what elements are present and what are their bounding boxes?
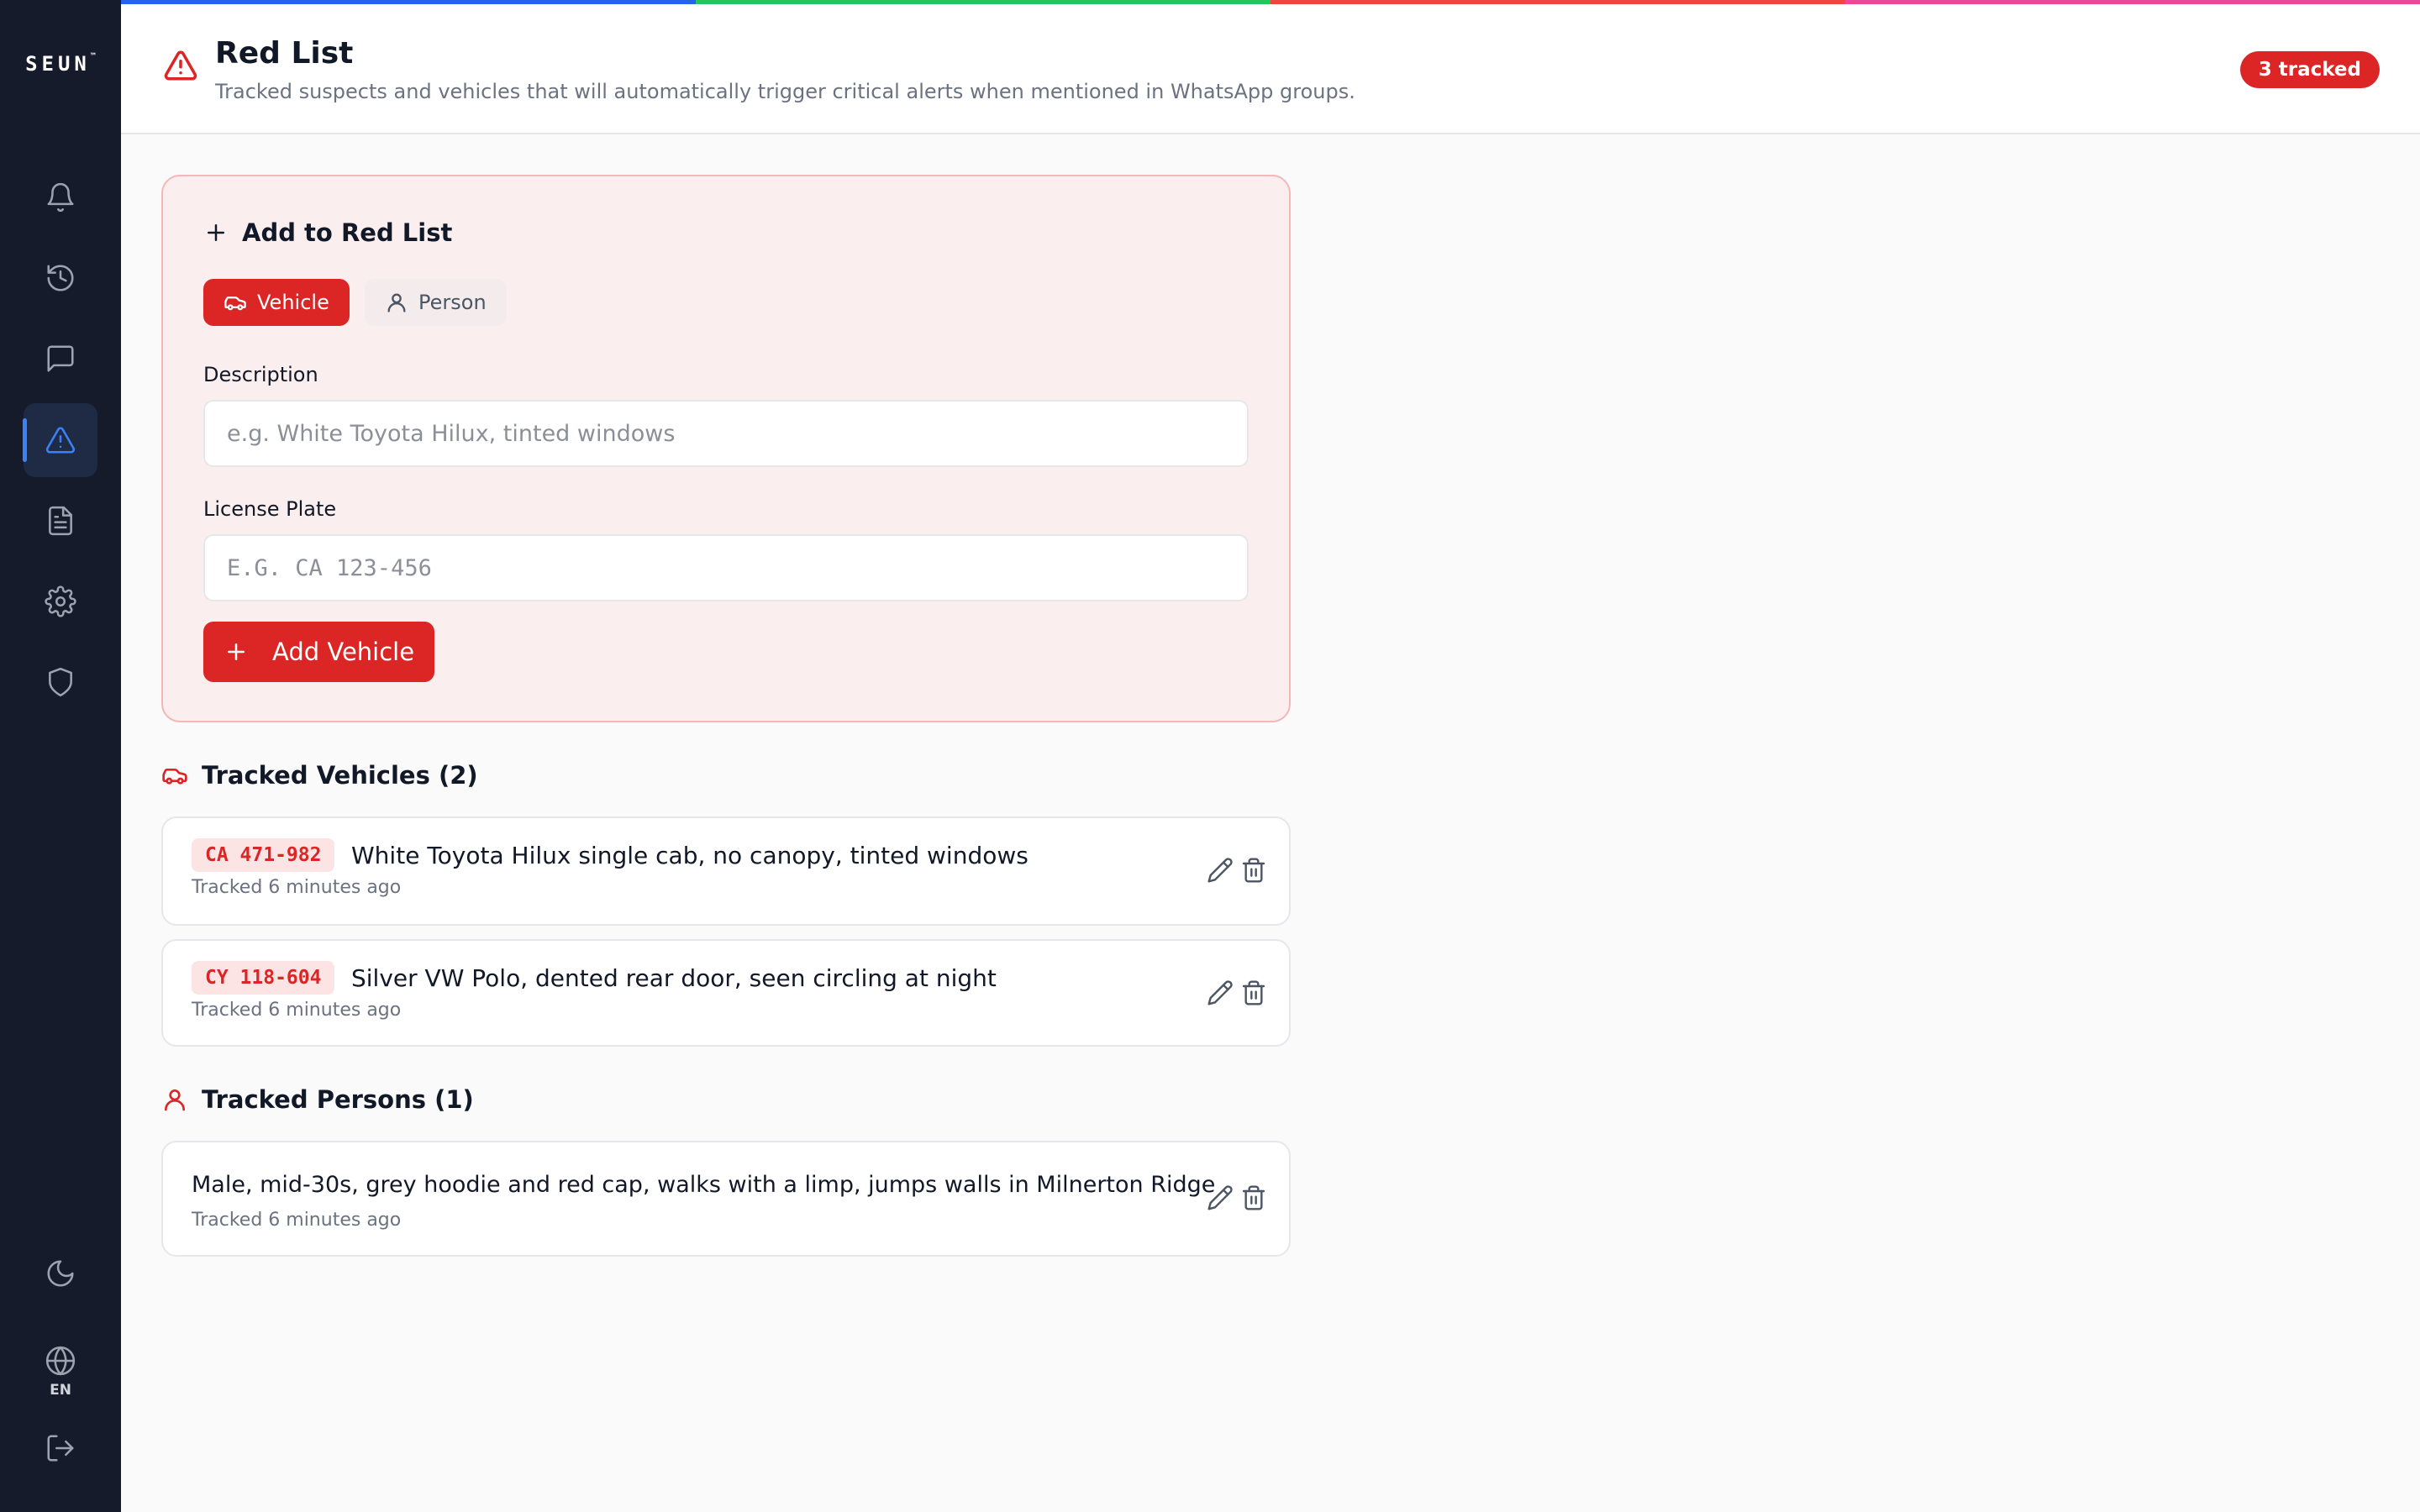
nav-item-settings[interactable] xyxy=(24,564,97,638)
tracked-person-item: Male, mid-30s, grey hoodie and red cap, … xyxy=(161,1141,1291,1257)
edit-button[interactable] xyxy=(1207,857,1237,887)
license-plate-input[interactable] xyxy=(203,534,1249,601)
pencil-icon xyxy=(1207,1185,1233,1210)
plus-icon xyxy=(208,224,224,241)
nav-item-red-list[interactable] xyxy=(23,403,97,477)
app-logo[interactable]: SEUN™ xyxy=(0,52,121,76)
globe-icon xyxy=(45,1346,76,1376)
pencil-icon xyxy=(1207,858,1233,883)
nav-item-messages[interactable] xyxy=(24,322,97,396)
person-description: Male, mid-30s, grey hoodie and red cap, … xyxy=(192,1171,1216,1198)
user-icon xyxy=(165,1089,185,1111)
car-icon xyxy=(162,769,187,785)
alert-triangle-icon xyxy=(45,427,76,454)
tracked-time: Tracked 6 minutes ago xyxy=(192,1210,402,1231)
trash-icon xyxy=(1242,1185,1265,1210)
type-person-label: Person xyxy=(418,291,487,314)
tracked-time: Tracked 6 minutes ago xyxy=(192,877,402,898)
nav-item-alerts[interactable] xyxy=(24,160,97,234)
tracked-time: Tracked 6 minutes ago xyxy=(192,1000,402,1021)
trash-icon xyxy=(1242,980,1265,1005)
car-icon xyxy=(224,297,246,311)
tracked-persons-heading: Tracked Persons (1) xyxy=(161,1085,474,1114)
plus-icon xyxy=(228,643,245,660)
type-person-button[interactable]: Person xyxy=(365,279,507,326)
document-icon xyxy=(49,506,72,536)
form-header: Add to Red List xyxy=(203,218,452,247)
nav-item-reports[interactable] xyxy=(24,484,97,558)
tracked-vehicles-heading: Tracked Vehicles (2) xyxy=(161,761,478,790)
bell-icon xyxy=(47,182,74,213)
shield-icon xyxy=(49,667,72,697)
tracked-vehicle-item: CY 118-604 Silver VW Polo, dented rear d… xyxy=(161,939,1291,1047)
description-label: Description xyxy=(203,363,318,386)
user-icon xyxy=(387,293,406,312)
description-input[interactable] xyxy=(203,400,1249,467)
logout-button[interactable] xyxy=(24,1411,97,1485)
license-plate-badge: CY 118-604 xyxy=(192,961,335,995)
page-subtitle: Tracked suspects and vehicles that will … xyxy=(215,80,1355,103)
delete-button[interactable] xyxy=(1240,979,1270,1010)
type-vehicle-label: Vehicle xyxy=(257,291,329,314)
vehicle-description: Silver VW Polo, dented rear door, seen c… xyxy=(351,963,997,992)
history-icon xyxy=(47,265,74,291)
pencil-icon xyxy=(1207,980,1233,1005)
nav-item-history[interactable] xyxy=(24,241,97,315)
moon-icon xyxy=(47,1260,74,1287)
gear-icon xyxy=(45,585,76,617)
vehicle-description: White Toyota Hilux single cab, no canopy… xyxy=(351,841,1028,869)
tracked-vehicle-item: CA 471-982 White Toyota Hilux single cab… xyxy=(161,816,1291,926)
add-to-red-list-form: Add to Red List Vehicle Person Descripti… xyxy=(161,175,1291,722)
add-vehicle-button[interactable]: Add Vehicle xyxy=(203,622,435,682)
sidebar: SEUN™ EN xyxy=(0,0,121,1512)
alert-triangle-icon xyxy=(164,50,197,81)
page-header: Red List Tracked suspects and vehicles t… xyxy=(121,4,2420,134)
type-vehicle-button[interactable]: Vehicle xyxy=(203,279,350,326)
license-plate-label: License Plate xyxy=(203,497,337,521)
edit-button[interactable] xyxy=(1207,979,1237,1010)
nav-item-security[interactable] xyxy=(24,645,97,719)
tracked-persons-title: Tracked Persons (1) xyxy=(202,1085,474,1114)
form-title: Add to Red List xyxy=(242,218,453,247)
license-plate-badge: CA 471-982 xyxy=(192,838,335,872)
page-title: Red List xyxy=(215,36,354,71)
logout-icon xyxy=(47,1435,74,1462)
edit-button[interactable] xyxy=(1207,1184,1237,1215)
add-vehicle-label: Add Vehicle xyxy=(272,638,415,666)
delete-button[interactable] xyxy=(1240,1184,1270,1215)
tracked-vehicles-title: Tracked Vehicles (2) xyxy=(202,761,478,790)
trash-icon xyxy=(1242,858,1265,883)
language-label: EN xyxy=(50,1382,71,1399)
theme-toggle-button[interactable] xyxy=(24,1236,97,1310)
message-icon xyxy=(47,345,74,372)
delete-button[interactable] xyxy=(1240,857,1270,887)
tracked-count-badge: 3 tracked xyxy=(2239,51,2380,88)
